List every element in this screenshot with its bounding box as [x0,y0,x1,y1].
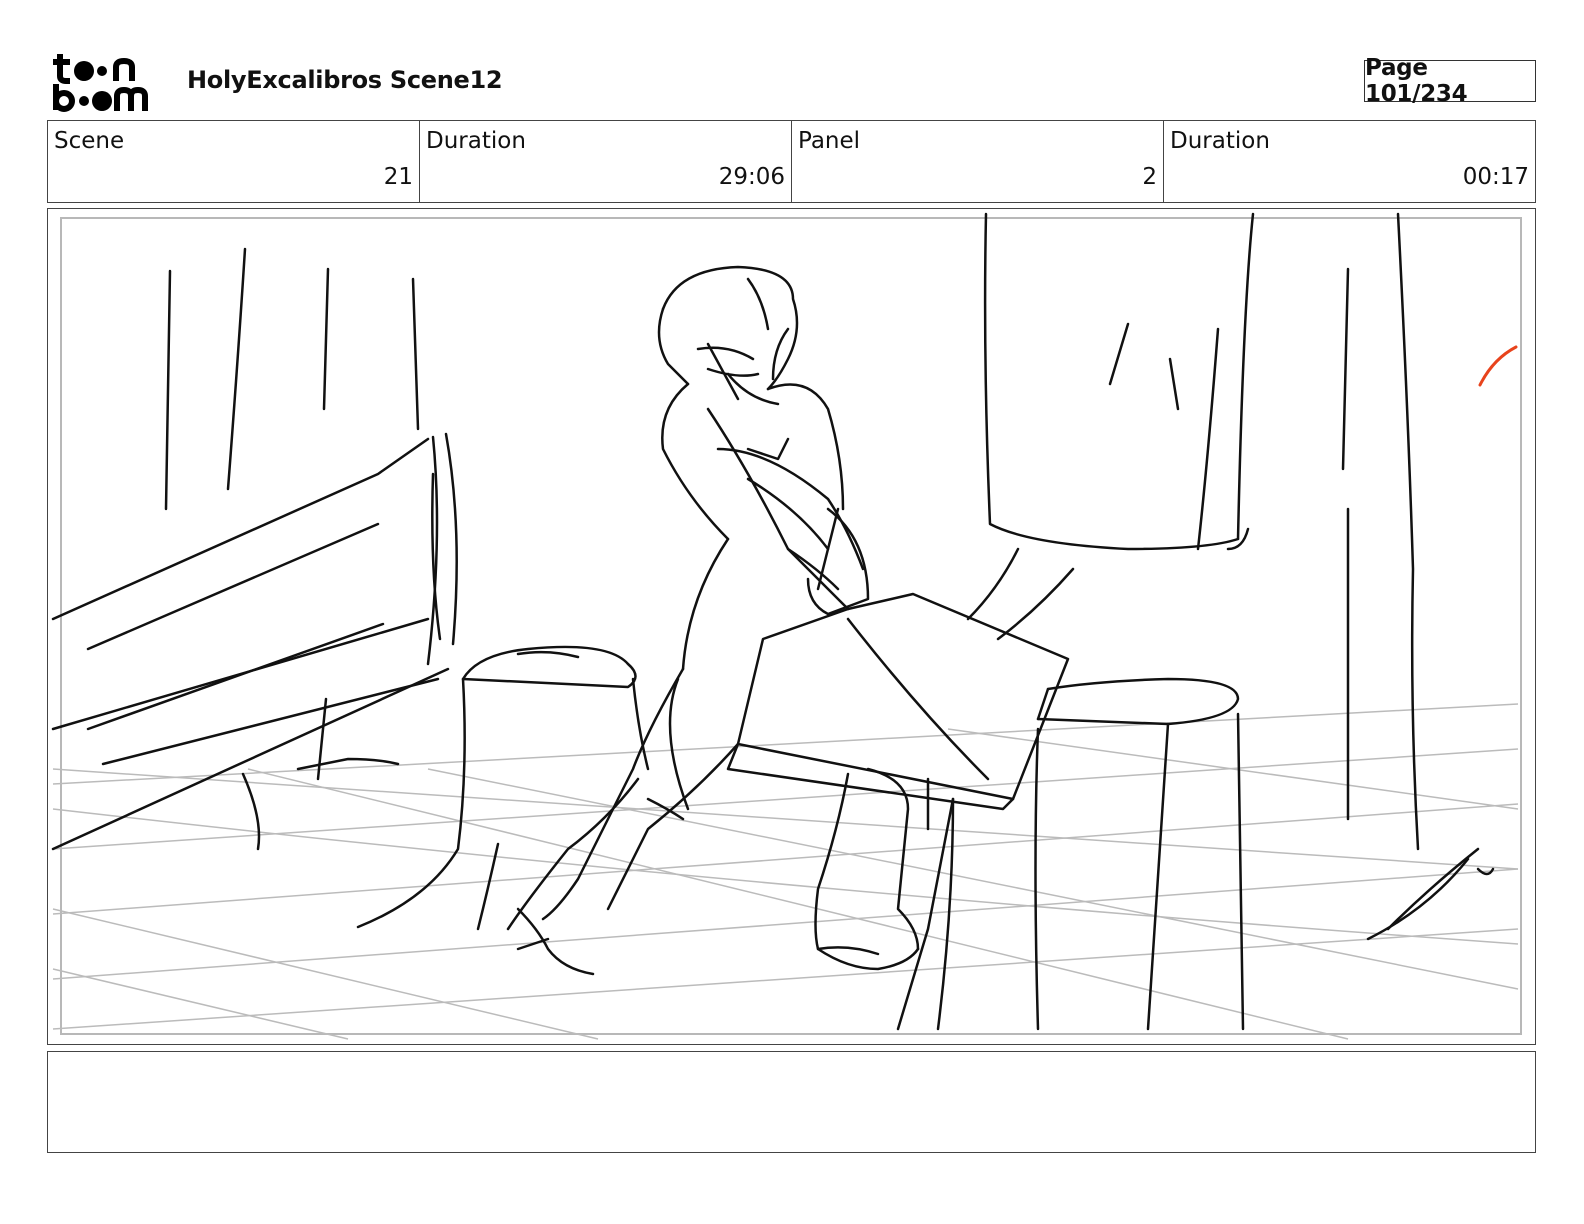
panel-duration-value: 00:17 [1462,164,1529,190]
storyboard-sketch [51,212,1519,1040]
panel-duration-label: Duration [1170,128,1270,154]
project-title: HolyExcalibros Scene12 [187,66,503,94]
toonboom-logo [53,54,148,112]
scene-cell: Scene 21 [48,121,420,202]
scene-value: 21 [383,164,413,190]
scene-duration-cell: Duration 29:06 [420,121,792,202]
panel-cell: Panel 2 [792,121,1164,202]
panel-frame [47,208,1536,1045]
scene-duration-label: Duration [426,128,526,154]
scene-duration-value: 29:06 [718,164,785,190]
scene-info-row: Scene 21 Duration 29:06 Panel 2 Duration… [47,120,1536,203]
page-indicator: Page 101/234 [1364,55,1536,107]
panel-label: Panel [798,128,861,154]
panel-duration-cell: Duration 00:17 [1164,121,1535,202]
panel-value: 2 [1142,164,1157,190]
panel-notes-box[interactable] [47,1051,1536,1153]
scene-label: Scene [54,128,125,154]
